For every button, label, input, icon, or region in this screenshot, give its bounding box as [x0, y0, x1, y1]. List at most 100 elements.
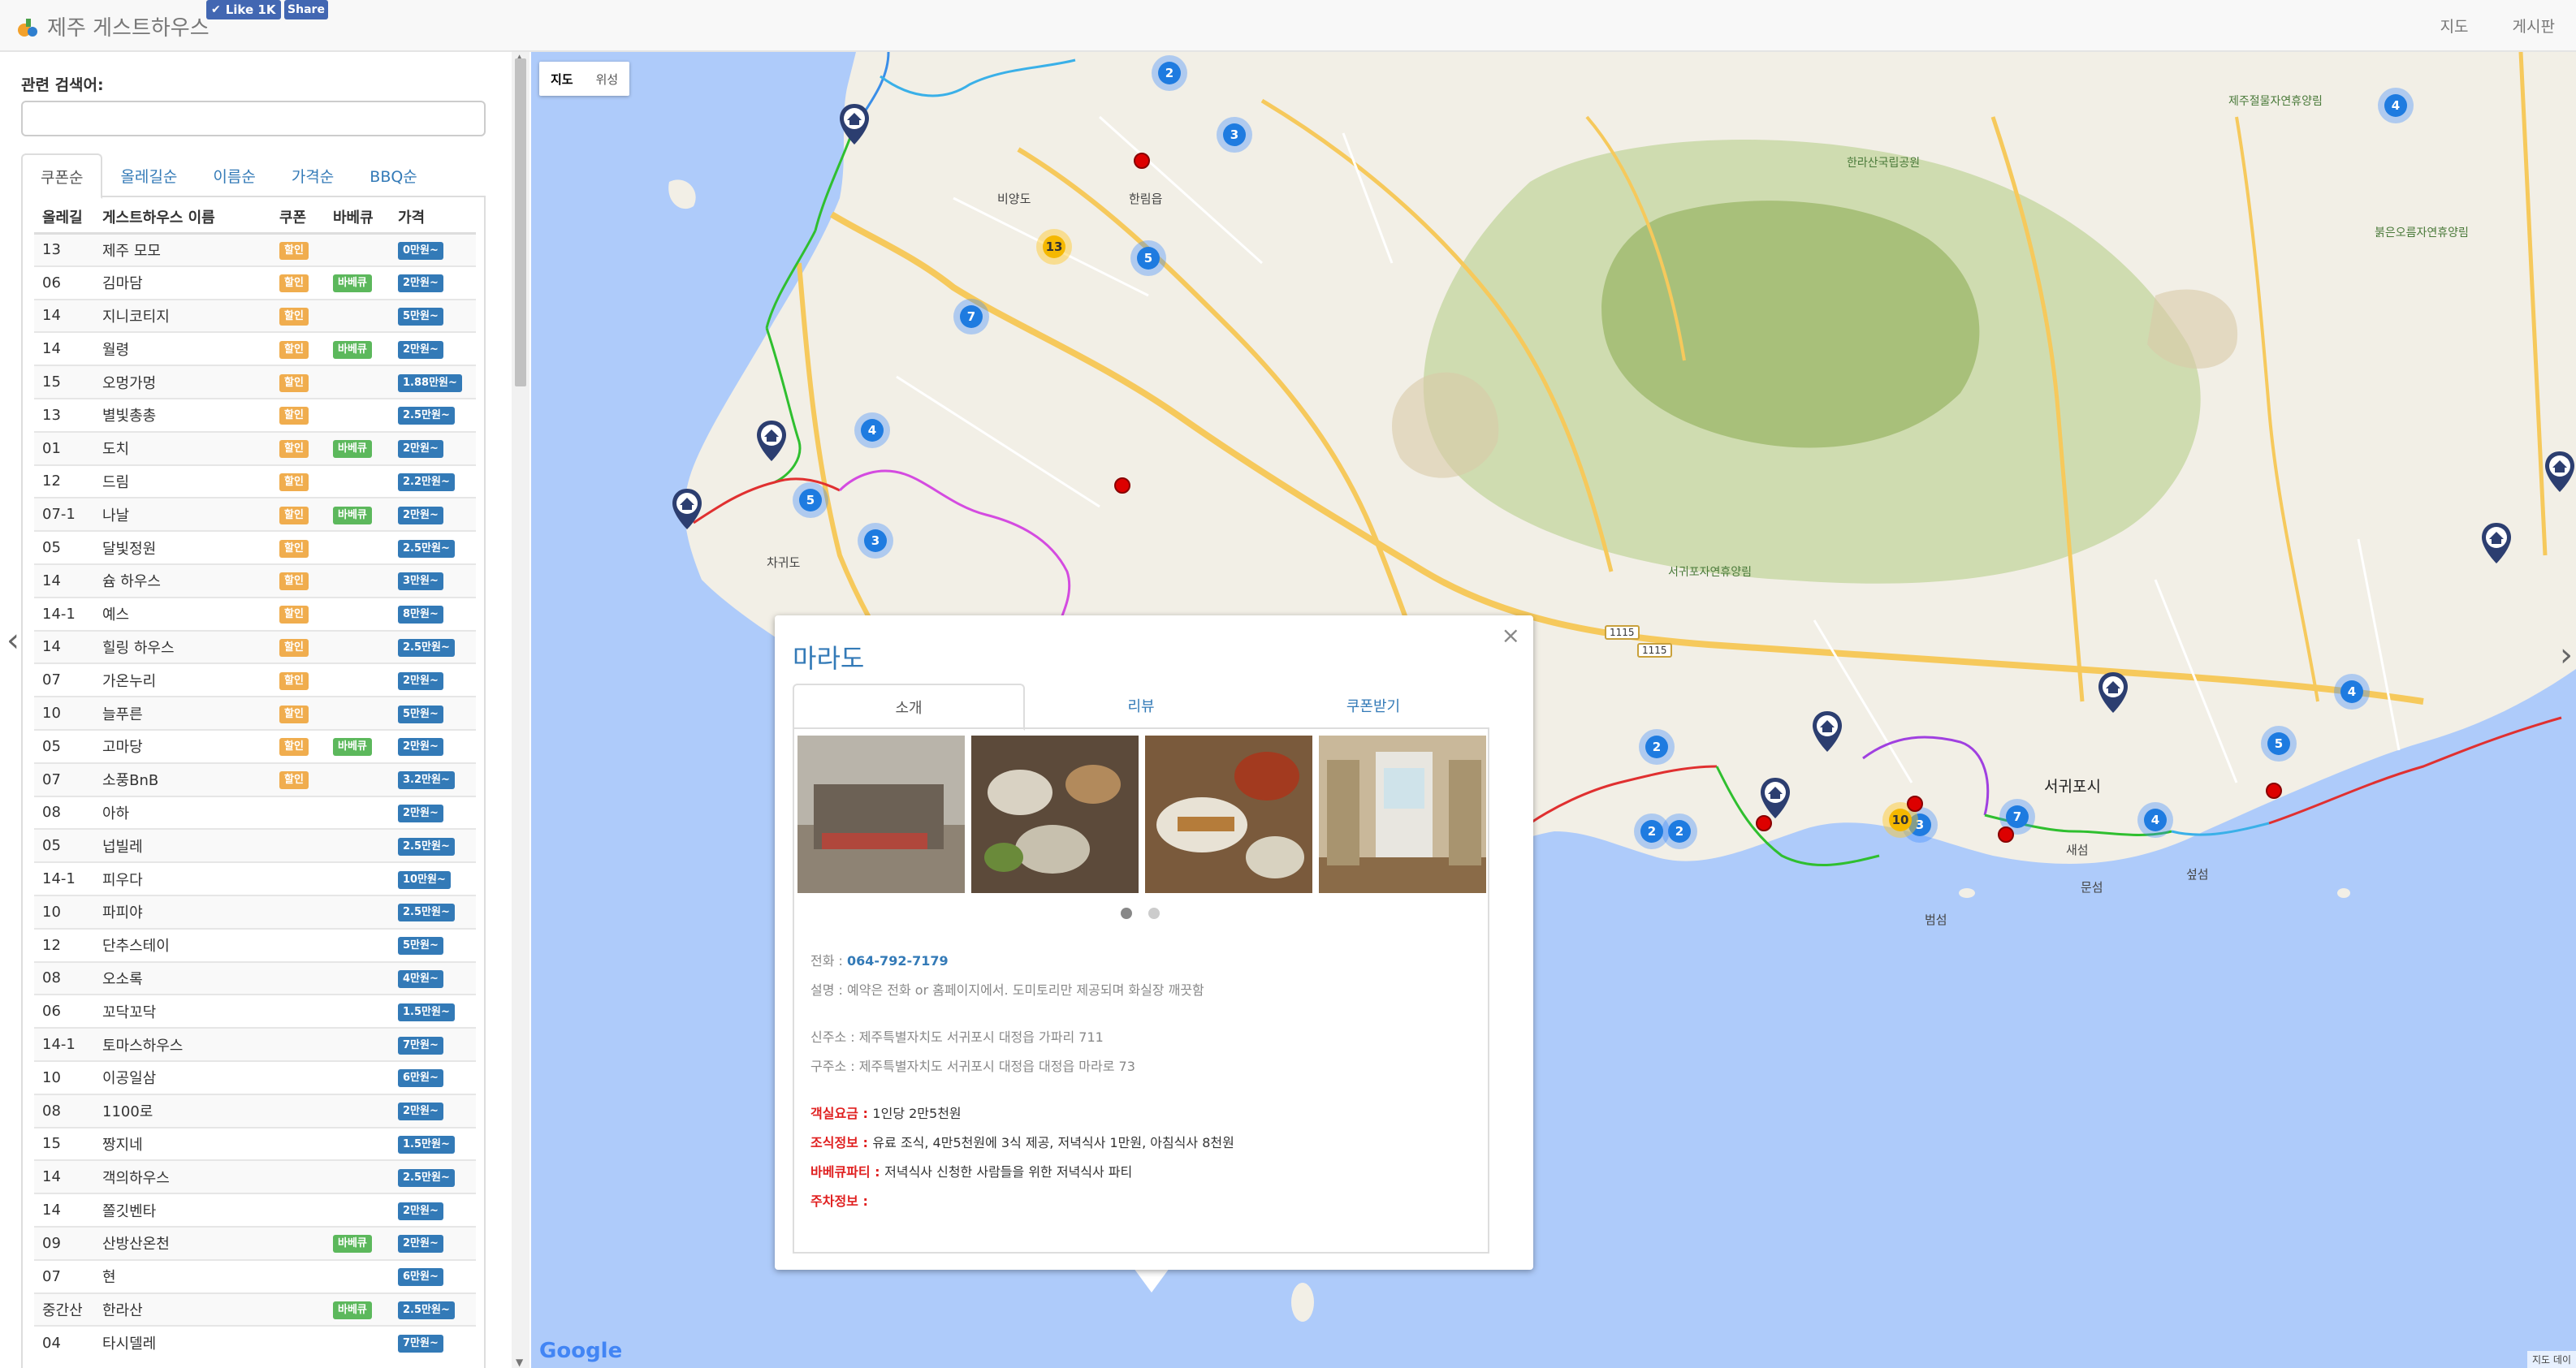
table-row[interactable]: 15 짱지네 1.5만원~ — [34, 1126, 476, 1161]
coupon-badge[interactable]: 할인 — [279, 340, 309, 359]
marker-cluster[interactable]: 3 — [858, 523, 893, 559]
food-photo[interactable] — [971, 736, 1139, 893]
coupon-badge[interactable]: 할인 — [279, 539, 309, 558]
guesthouse-pin-icon[interactable] — [671, 487, 703, 531]
map-type-satellite-button[interactable]: 위성 — [585, 62, 630, 96]
table-row[interactable]: 07 가온누리 할인 2만원~ — [34, 662, 476, 697]
guesthouse-pin-icon[interactable] — [2097, 671, 2129, 714]
scroll-down-icon[interactable]: ▼ — [516, 1357, 523, 1368]
coupon-badge[interactable]: 할인 — [279, 638, 309, 657]
map-next-arrow-icon[interactable]: › — [2560, 637, 2573, 674]
carousel-dot[interactable] — [1148, 908, 1160, 919]
table-row[interactable]: 14 월령 할인 바베큐 2만원~ — [34, 331, 476, 366]
marker-cluster[interactable]: 4 — [2334, 674, 2370, 710]
table-row[interactable]: 05 달빛정원 할인 2.5만원~ — [34, 530, 476, 564]
search-input[interactable] — [21, 101, 486, 136]
guesthouse-pin-icon[interactable] — [1759, 776, 1792, 820]
nav-board-link[interactable]: 게시판 — [2513, 15, 2555, 37]
marker-cluster[interactable]: 5 — [2261, 726, 2297, 762]
table-row[interactable]: 07-1 나날 할인 바베큐 2만원~ — [34, 497, 476, 532]
table-row[interactable]: 01 도치 할인 바베큐 2만원~ — [34, 430, 476, 465]
coupon-badge[interactable]: 할인 — [279, 506, 309, 524]
guesthouse-pin-icon[interactable] — [2480, 521, 2513, 565]
selected-location-dot[interactable] — [1134, 153, 1150, 169]
table-row[interactable]: 13 별빛총총 할인 2.5만원~ — [34, 397, 476, 432]
sidebar-scrollbar[interactable]: ▲ ▼ — [512, 52, 529, 1368]
marker-cluster[interactable]: 4 — [2378, 88, 2414, 123]
table-row[interactable]: 15 오멍가멍 할인 1.88만원~ — [34, 365, 476, 399]
facebook-like-button[interactable]: ✔ Like 1K — [206, 0, 281, 19]
table-row[interactable]: 08 아하 2만원~ — [34, 795, 476, 830]
selected-location-dot[interactable] — [2266, 783, 2282, 799]
coupon-badge[interactable]: 할인 — [279, 473, 309, 491]
tab-intro[interactable]: 소개 — [793, 684, 1025, 731]
coupon-badge[interactable]: 할인 — [279, 274, 309, 293]
marker-cluster[interactable]: 3 — [1217, 117, 1252, 153]
table-row[interactable]: 13 제주 모모 할인 0만원~ — [34, 232, 476, 266]
table-row[interactable]: 05 넙빌레 2.5만원~ — [34, 828, 476, 863]
table-row[interactable]: 14-1 토마스하우스 7만원~ — [34, 1027, 476, 1061]
coupon-badge[interactable]: 할인 — [279, 572, 309, 591]
nav-map-link[interactable]: 지도 — [2440, 15, 2469, 37]
selected-location-dot[interactable] — [1114, 477, 1130, 494]
tab-sort-price[interactable]: 가격순 — [274, 153, 352, 197]
table-row[interactable]: 중간산 한라산 바베큐 2.5만원~ — [34, 1292, 476, 1327]
room-photo[interactable] — [1319, 736, 1486, 893]
coupon-badge[interactable]: 할인 — [279, 373, 309, 392]
coupon-badge[interactable]: 할인 — [279, 705, 309, 723]
map-type-roadmap-button[interactable]: 지도 — [539, 62, 585, 96]
scrollbar-thumb[interactable] — [515, 58, 526, 386]
tab-sort-trail[interactable]: 올레길순 — [102, 153, 195, 197]
table-row[interactable]: 12 드림 할인 2.2만원~ — [34, 464, 476, 498]
guesthouse-pin-icon[interactable] — [1811, 710, 1843, 753]
column-header-name[interactable]: 게스트하우스 이름 — [94, 202, 271, 235]
facebook-share-button[interactable]: Share — [284, 0, 328, 19]
table-row[interactable]: 08 1100로 2만원~ — [34, 1093, 476, 1128]
guesthouse-photo[interactable] — [797, 736, 965, 893]
sidebar-prev-arrow-icon[interactable]: ‹ — [6, 622, 19, 659]
table-row[interactable]: 07 소풍BnB 할인 3.2만원~ — [34, 762, 476, 796]
marker-cluster[interactable]: 2 — [1152, 55, 1187, 91]
carousel-dot[interactable] — [1121, 908, 1132, 919]
table-row[interactable]: 06 꼬닥꼬닥 1.5만원~ — [34, 994, 476, 1029]
table-row[interactable]: 14 힐링 하우스 할인 2.5만원~ — [34, 629, 476, 664]
tab-sort-coupon[interactable]: 쿠폰순 — [21, 153, 103, 199]
table-row[interactable]: 12 단추스테이 5만원~ — [34, 927, 476, 962]
marker-cluster[interactable]: 5 — [793, 482, 828, 518]
phone-link[interactable]: 064-792-7179 — [847, 953, 949, 969]
marker-cluster[interactable]: 2 — [1639, 729, 1675, 765]
column-header-price[interactable]: 가격 — [390, 202, 476, 235]
marker-cluster[interactable]: 5 — [1130, 240, 1166, 276]
table-row[interactable]: 04 타시델레 7만원~ — [34, 1325, 476, 1360]
coupon-badge[interactable]: 할인 — [279, 307, 309, 326]
tab-sort-bbq[interactable]: BBQ순 — [352, 153, 435, 197]
selected-location-dot[interactable] — [1756, 815, 1772, 831]
column-header-bbq[interactable]: 바베큐 — [325, 202, 390, 235]
map-credit[interactable]: 지도 데이 — [2527, 1351, 2576, 1368]
food-photo[interactable] — [1145, 736, 1312, 893]
coupon-badge[interactable]: 할인 — [279, 241, 309, 260]
guesthouse-pin-icon[interactable] — [2544, 450, 2576, 494]
marker-cluster[interactable]: 4 — [2137, 802, 2173, 838]
table-row[interactable]: 14 슘 하우스 할인 3만원~ — [34, 563, 476, 598]
photo-carousel[interactable] — [797, 736, 1486, 893]
table-row[interactable]: 08 오소록 4만원~ — [34, 960, 476, 995]
table-row[interactable]: 14-1 예스 할인 8만원~ — [34, 596, 476, 631]
guesthouse-pin-icon[interactable] — [838, 102, 871, 146]
table-row[interactable]: 05 고마당 할인 바베큐 2만원~ — [34, 728, 476, 763]
tab-review[interactable]: 리뷰 — [1025, 684, 1257, 727]
table-row[interactable]: 10 파피야 2.5만원~ — [34, 894, 476, 929]
coupon-badge[interactable]: 할인 — [279, 738, 309, 757]
coupon-badge[interactable]: 할인 — [279, 440, 309, 459]
table-row[interactable]: 10 늘푸른 할인 5만원~ — [34, 696, 476, 730]
table-row[interactable]: 14 객의하우스 2.5만원~ — [34, 1159, 476, 1194]
selected-location-dot[interactable] — [1998, 826, 2014, 843]
coupon-badge[interactable]: 할인 — [279, 671, 309, 690]
table-row[interactable]: 06 김마담 할인 바베큐 2만원~ — [34, 265, 476, 300]
brand[interactable]: 제주 게스트하우스 — [15, 6, 210, 45]
selected-location-dot[interactable] — [1907, 796, 1923, 812]
table-row[interactable]: 09 산방산온천 바베큐 2만원~ — [34, 1225, 476, 1260]
column-header-coupon[interactable]: 쿠폰 — [271, 202, 325, 235]
column-header-trail[interactable]: 올레길 — [34, 202, 94, 235]
table-row[interactable]: 14 쫄깃벤타 2만원~ — [34, 1193, 476, 1227]
